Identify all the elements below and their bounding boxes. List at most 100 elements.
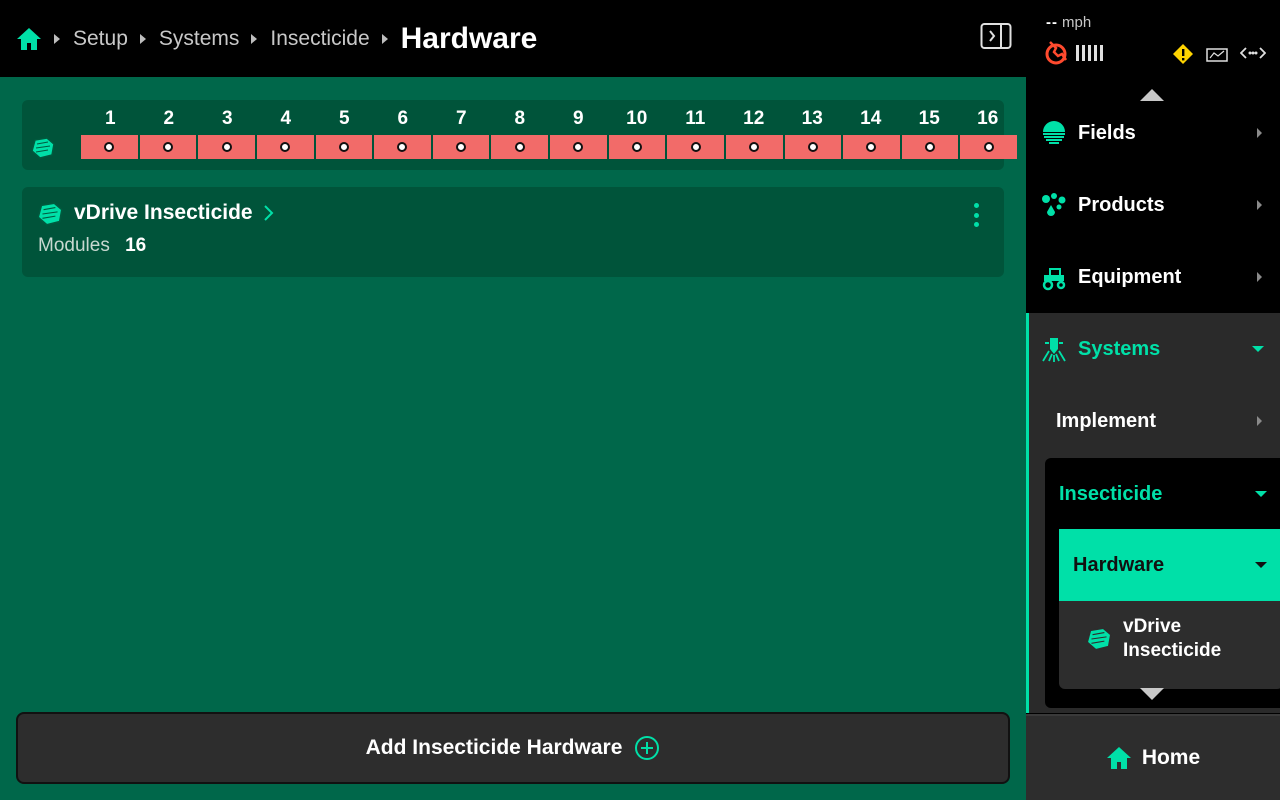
vdrive-label-line1: vDrive [1123,616,1182,637]
row-status-cell[interactable] [608,135,668,159]
vdrive-module-icon [30,136,56,160]
row-status-cell[interactable] [550,135,609,159]
caret-down-icon [1252,346,1264,352]
main-content: 1 2 3 4 5 6 7 8 9 10 11 12 13 14 15 16 vDrive Insectici… [0,77,1026,800]
warning-icon[interactable] [1172,43,1194,65]
sidebar: -- mph Fields Products Equipment Systems… [1026,0,1280,800]
sidebar-item-products[interactable]: Products [1026,169,1280,241]
hardware-card[interactable]: vDrive Insecticide Modules 16 [22,187,1004,277]
row-status-cell[interactable] [81,135,140,159]
sidebar-item-label: Systems [1078,337,1161,360]
breadcrumb-setup[interactable]: Setup [73,27,128,51]
row-status-cell[interactable] [198,135,257,159]
row-status-dot [338,142,349,152]
row-status-cell[interactable] [315,135,375,159]
add-button-label: Add Insecticide Hardware [365,736,623,759]
add-circle-icon [635,736,660,760]
sidebar-item-label: Hardware [1073,553,1165,576]
hardware-card-title-text: vDrive Insecticide [74,201,253,224]
row-number: 8 [514,108,526,129]
breadcrumb-separator [381,33,388,44]
sidebar-item-systems[interactable]: Systems [1026,313,1280,385]
sidebar-item-equipment[interactable]: Equipment [1026,241,1280,313]
row-number: 7 [455,108,467,129]
chevron-right-icon [1257,128,1262,138]
row-number: 13 [801,108,823,129]
row-status-dot [983,142,994,152]
row-numbers: 1 2 3 4 5 6 7 8 9 10 11 12 13 14 15 16 [81,108,1017,130]
row-status-dot [690,142,701,152]
modules-info: Modules 16 [38,235,146,257]
row-status-cell[interactable] [960,135,1017,159]
row-status-dot [925,142,936,152]
systems-expanded-panel: Systems Implement Insecticide Hardware v… [1026,313,1280,713]
scroll-down-arrow[interactable] [1140,688,1164,700]
modules-label: Modules [38,235,110,256]
row-status-cell[interactable] [374,135,433,159]
sidebar-item-label: Equipment [1078,265,1182,288]
row-status-dot [162,142,173,152]
add-insecticide-hardware-button[interactable]: Add Insecticide Hardware [16,712,1010,784]
row-number: 2 [163,108,175,129]
sidebar-item-insecticide[interactable]: Insecticide [1045,458,1280,530]
row-number: 4 [280,108,292,129]
sidebar-item-vdrive-insecticide[interactable]: vDrive Insecticide [1059,601,1280,689]
row-number: 10 [626,108,648,129]
row-status-dot [866,142,877,152]
breadcrumb-separator [139,33,146,44]
sidebar-item-label: Fields [1078,121,1136,144]
row-status-cell[interactable] [725,135,785,159]
row-status-dot [104,142,115,152]
row-status-cell[interactable] [784,135,844,159]
row-status-cell[interactable] [256,135,316,159]
speed-unit: mph [1062,14,1092,31]
row-number: 9 [572,108,584,129]
chevron-right-icon [1257,200,1262,210]
row-number: 5 [338,108,350,129]
vdrive-module-icon [1086,627,1112,651]
breadcrumb-systems[interactable]: Systems [159,27,240,51]
gps-error-icon[interactable] [1044,40,1068,66]
connection-icon[interactable] [1240,46,1266,60]
speed-readout: -- mph [1046,14,1091,31]
panel-toggle-icon[interactable] [980,22,1012,50]
row-number: 1 [104,108,116,129]
signal-bars-icon [1076,45,1103,61]
products-icon [1042,193,1066,216]
fields-icon [1043,121,1065,144]
row-status-cell[interactable] [139,135,199,159]
breadcrumb-separator [54,33,60,44]
sidebar-item-hardware[interactable]: Hardware [1059,529,1280,601]
more-options-icon[interactable] [972,203,980,227]
breadcrumb-insecticide[interactable]: Insecticide [270,27,369,51]
sidebar-item-label: Implement [1056,409,1157,432]
sidebar-item-label: Insecticide [1059,482,1163,505]
row-number: 15 [918,108,940,129]
sidebar-item-fields[interactable]: Fields [1026,97,1280,169]
implement-status-icon[interactable] [1206,46,1228,62]
row-status-dot [397,142,408,152]
row-status-cell[interactable] [843,135,902,159]
sidebar-item-label: Products [1078,193,1165,216]
row-status-cell[interactable] [491,135,550,159]
vdrive-label-line2: Insecticide [1123,640,1222,661]
breadcrumb-separator [251,33,258,44]
home-icon[interactable] [16,26,42,52]
row-number: 11 [685,108,706,129]
chevron-right-icon [1257,416,1262,426]
hardware-card-title[interactable]: vDrive Insecticide [74,201,275,225]
systems-icon [1042,338,1066,362]
home-button[interactable]: Home [1026,714,1280,800]
vdrive-module-icon [36,201,64,227]
row-status-dot [280,142,291,152]
row-status-cell[interactable] [901,135,961,159]
sidebar-item-implement[interactable]: Implement [1026,385,1280,457]
caret-down-icon [1255,562,1267,568]
modules-value: 16 [125,235,147,256]
row-status-cell[interactable] [667,135,726,159]
row-status-cells [81,135,1017,159]
status-bar: -- mph [1026,0,1280,77]
page-title: Hardware [400,21,538,55]
home-icon [1106,747,1131,769]
row-status-cell[interactable] [432,135,492,159]
